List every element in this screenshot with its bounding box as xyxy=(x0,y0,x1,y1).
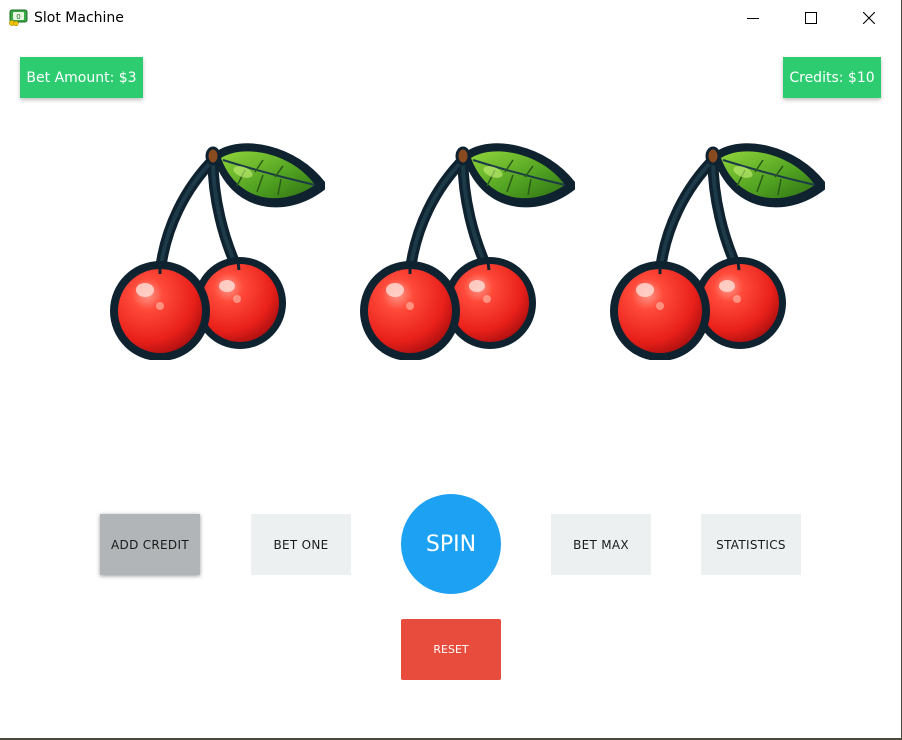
slot-machine-window: 0 Slot Machine Bet Amount: $3 Credits: $… xyxy=(0,0,902,740)
minimize-button[interactable] xyxy=(724,0,782,36)
reel-3-cherry-icon xyxy=(605,138,825,360)
window-title: Slot Machine xyxy=(34,10,124,26)
maximize-icon xyxy=(805,12,817,24)
close-icon xyxy=(863,12,875,24)
add-credit-button[interactable]: ADD CREDIT xyxy=(100,514,200,575)
bet-amount-badge: Bet Amount: $3 xyxy=(20,57,143,98)
money-icon: 0 xyxy=(9,9,28,26)
title-bar[interactable]: 0 Slot Machine xyxy=(0,0,901,36)
reel-1-cherry-icon xyxy=(105,138,325,360)
bet-max-button[interactable]: BET MAX xyxy=(551,514,651,575)
spin-button[interactable]: SPIN xyxy=(401,494,501,594)
minimize-icon xyxy=(747,18,759,19)
credits-badge: Credits: $10 xyxy=(783,57,881,98)
statistics-button[interactable]: STATISTICS xyxy=(701,514,801,575)
bet-one-button[interactable]: BET ONE xyxy=(251,514,351,575)
reset-button[interactable]: RESET xyxy=(401,619,501,680)
reel-2-cherry-icon xyxy=(355,138,575,360)
maximize-button[interactable] xyxy=(782,0,840,36)
close-button[interactable] xyxy=(840,0,898,36)
svg-text:0: 0 xyxy=(16,13,20,21)
